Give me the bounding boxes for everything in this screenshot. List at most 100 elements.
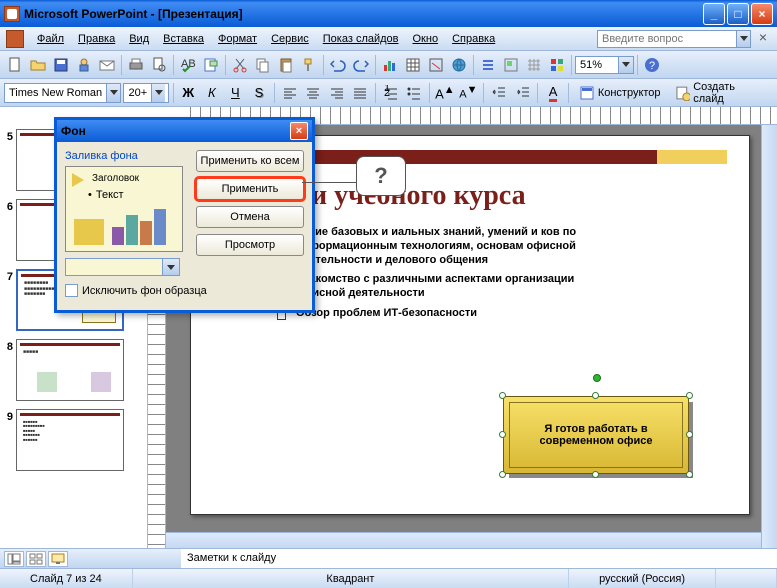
menu-window[interactable]: Окно [406, 30, 446, 48]
help-search-input[interactable] [597, 30, 737, 48]
save-icon[interactable] [50, 54, 72, 76]
help-search-box[interactable] [597, 30, 751, 48]
align-justify-icon[interactable] [349, 82, 371, 104]
zoom-combo[interactable]: 51% [575, 56, 634, 74]
bold-icon[interactable]: Ж [177, 82, 199, 104]
standard-toolbar: ABC 51% ? [0, 51, 777, 79]
shadow-icon[interactable]: S [248, 82, 270, 104]
slide-decor-accent [657, 150, 727, 164]
exclude-master-checkbox[interactable]: Исключить фон образца [65, 284, 304, 297]
menu-edit[interactable]: Правка [71, 30, 122, 48]
print-preview-icon[interactable] [148, 54, 170, 76]
minimize-button[interactable]: _ [703, 3, 725, 25]
menu-slideshow[interactable]: Показ слайдов [316, 30, 406, 48]
redo-icon[interactable] [350, 54, 372, 76]
status-extra [716, 569, 777, 588]
spellcheck-icon[interactable]: ABC [177, 54, 199, 76]
cancel-button[interactable]: Отмена [196, 206, 304, 228]
slideshow-view-button[interactable] [48, 551, 68, 567]
window-title: Microsoft PowerPoint - [Презентация] [24, 7, 703, 21]
permission-icon[interactable] [73, 54, 95, 76]
notes-pane[interactable]: Заметки к слайду [181, 548, 777, 568]
background-dialog: Фон × Заливка фона Заголовок •Текст Искл… [54, 117, 315, 313]
underline-icon[interactable]: Ч [225, 82, 247, 104]
preview-button[interactable]: Просмотр [196, 234, 304, 256]
thumb-number: 9 [2, 409, 16, 423]
bullet-2: Знакомство с различными аспектами органи… [296, 273, 607, 301]
tables-borders-icon[interactable] [425, 54, 447, 76]
slide-body[interactable]: чение базовых и иальных знаний, умений и… [277, 226, 607, 327]
open-icon[interactable] [27, 54, 49, 76]
numbered-list-icon[interactable]: 12 [380, 82, 402, 104]
new-slide-button[interactable]: Создать слайд [669, 83, 773, 103]
color-dropdown[interactable] [65, 258, 304, 276]
horizontal-scrollbar[interactable] [166, 532, 761, 548]
question-callout: ? [356, 156, 406, 196]
thumbnail-9[interactable]: ■■■■■■■■■■■■■■■■■■■■■■■■■■■■■■■■■ [16, 409, 124, 471]
insert-chart-icon[interactable] [379, 54, 401, 76]
show-formatting-icon[interactable] [500, 54, 522, 76]
status-slide: Слайд 7 из 24 [0, 569, 133, 588]
cut-icon[interactable] [229, 54, 251, 76]
dialog-close-button[interactable]: × [290, 122, 308, 140]
view-buttons-bar [0, 548, 181, 568]
format-painter-icon[interactable] [298, 54, 320, 76]
preview-text: Текст [96, 189, 124, 201]
expand-all-icon[interactable] [477, 54, 499, 76]
menu-format[interactable]: Формат [211, 30, 264, 48]
normal-view-button[interactable] [4, 551, 24, 567]
insert-hyperlink-icon[interactable] [448, 54, 470, 76]
decrease-indent-icon[interactable] [488, 82, 510, 104]
font-combo[interactable]: Times New Roman [4, 83, 121, 103]
thumbnail-8[interactable]: ■■■■■ [16, 339, 124, 401]
new-icon[interactable] [4, 54, 26, 76]
menu-service[interactable]: Сервис [264, 30, 316, 48]
paste-icon[interactable] [275, 54, 297, 76]
menu-help[interactable]: Справка [445, 30, 502, 48]
undo-icon[interactable] [327, 54, 349, 76]
help-search-dropdown[interactable] [737, 30, 751, 48]
italic-icon[interactable]: К [201, 82, 223, 104]
dialog-titlebar[interactable]: Фон × [57, 120, 312, 142]
sorter-view-button[interactable] [26, 551, 46, 567]
preview-title: Заголовок [92, 173, 139, 184]
align-left-icon[interactable] [279, 82, 301, 104]
align-right-icon[interactable] [326, 82, 348, 104]
mdi-close-button[interactable]: × [755, 31, 771, 47]
zoom-value[interactable]: 51% [575, 56, 619, 74]
apply-all-button[interactable]: Применить ко всем [196, 150, 304, 172]
fontsize-combo[interactable]: 20+ [123, 83, 168, 103]
zoom-dropdown[interactable] [619, 56, 634, 74]
apply-button[interactable]: Применить [196, 178, 304, 200]
align-center-icon[interactable] [302, 82, 324, 104]
close-button[interactable]: × [751, 3, 773, 25]
print-icon[interactable] [125, 54, 147, 76]
help-icon[interactable]: ? [641, 54, 663, 76]
status-language[interactable]: русский (Россия) [569, 569, 716, 588]
increase-indent-icon[interactable] [512, 82, 534, 104]
email-icon[interactable] [96, 54, 118, 76]
window-titlebar: Microsoft PowerPoint - [Презентация] _ □… [0, 0, 777, 27]
color-icon[interactable] [546, 54, 568, 76]
increase-font-icon[interactable]: A▲ [434, 82, 456, 104]
designer-button[interactable]: Конструктор [573, 83, 667, 103]
menu-view[interactable]: Вид [122, 30, 156, 48]
menu-file[interactable]: Файл [30, 30, 71, 48]
callout-shape[interactable]: Я готов работать в современном офисе [503, 396, 689, 474]
svg-text:?: ? [649, 60, 655, 72]
rotation-handle[interactable] [593, 374, 601, 382]
research-icon[interactable] [200, 54, 222, 76]
thumb-number: 8 [2, 339, 16, 353]
insert-table-icon[interactable] [402, 54, 424, 76]
doc-icon [6, 30, 24, 48]
maximize-button[interactable]: □ [727, 3, 749, 25]
grid-icon[interactable] [523, 54, 545, 76]
menu-insert[interactable]: Вставка [156, 30, 211, 48]
copy-icon[interactable] [252, 54, 274, 76]
vertical-scrollbar[interactable] [761, 125, 777, 548]
font-color-icon[interactable]: A [542, 82, 564, 104]
slide-title[interactable]: и учебного курса [311, 180, 526, 212]
status-design: Квадрант [133, 569, 569, 588]
decrease-font-icon[interactable]: A▼ [458, 82, 480, 104]
bulleted-list-icon[interactable] [404, 82, 426, 104]
